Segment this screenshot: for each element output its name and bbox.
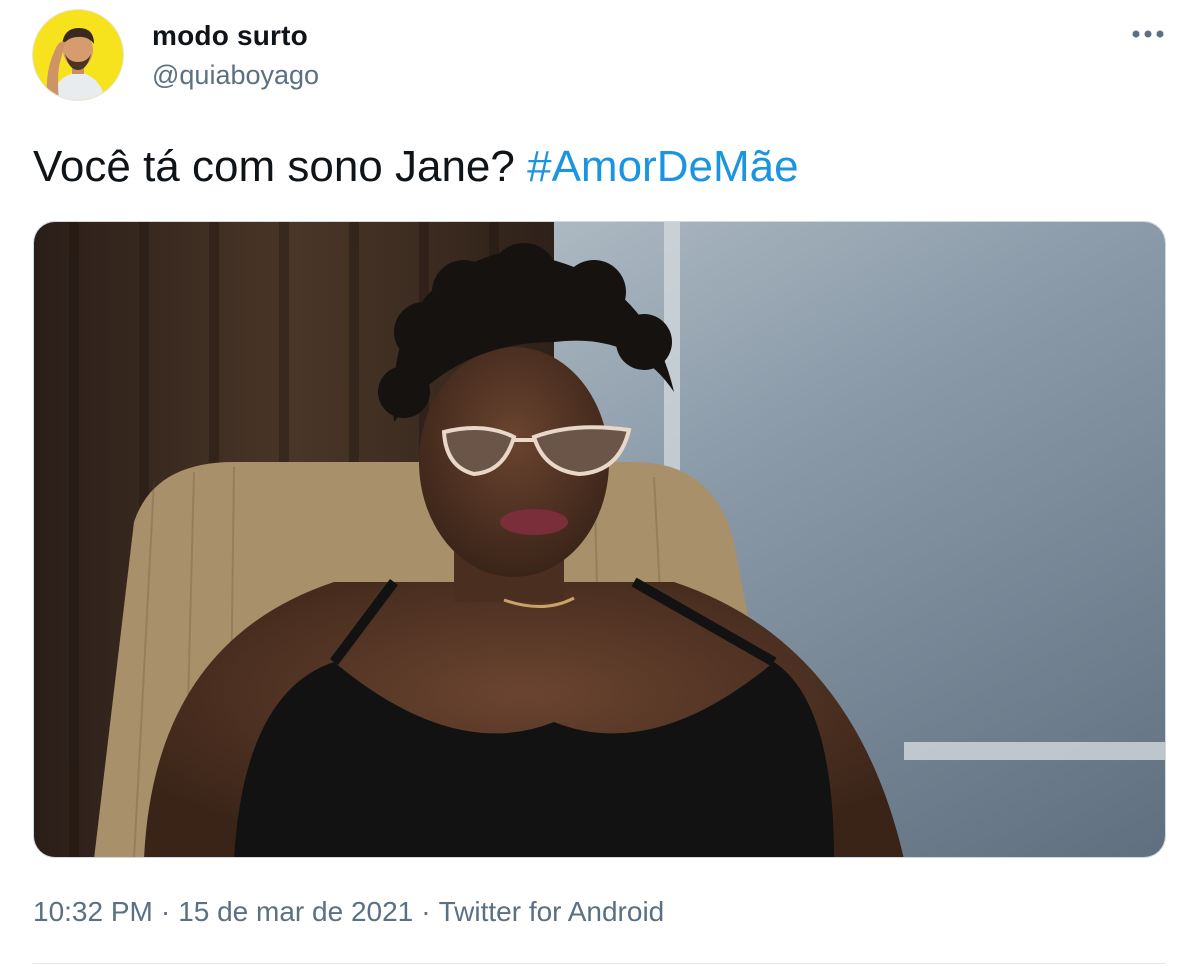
photo-image (34, 222, 1165, 857)
tweet-date[interactable]: 15 de mar de 2021 (178, 896, 413, 927)
tweet-time[interactable]: 10:32 PM (33, 896, 153, 927)
display-name[interactable]: modo surto (152, 20, 308, 52)
meta-separator: · (160, 896, 171, 927)
tweet-body: Você tá com sono Jane? (33, 142, 515, 191)
tweet: modo surto @quiaboyago Você tá com sono … (0, 0, 1200, 977)
tweet-source-link[interactable]: Twitter for Android (439, 896, 665, 927)
tweet-photo[interactable] (33, 221, 1166, 858)
tweet-text: Você tá com sono Jane? #AmorDeMãe (33, 142, 799, 192)
divider (33, 963, 1166, 964)
hashtag-link[interactable]: #AmorDeMãe (527, 142, 798, 191)
user-handle[interactable]: @quiaboyago (152, 60, 319, 91)
tweet-metadata: 10:32 PM · 15 de mar de 2021 · Twitter for A… (33, 896, 664, 928)
avatar-photo-icon (33, 10, 123, 100)
more-options-button[interactable] (1128, 16, 1168, 52)
meta-separator: · (421, 896, 431, 927)
avatar[interactable] (33, 10, 123, 100)
more-horizontal-icon (1132, 30, 1164, 38)
